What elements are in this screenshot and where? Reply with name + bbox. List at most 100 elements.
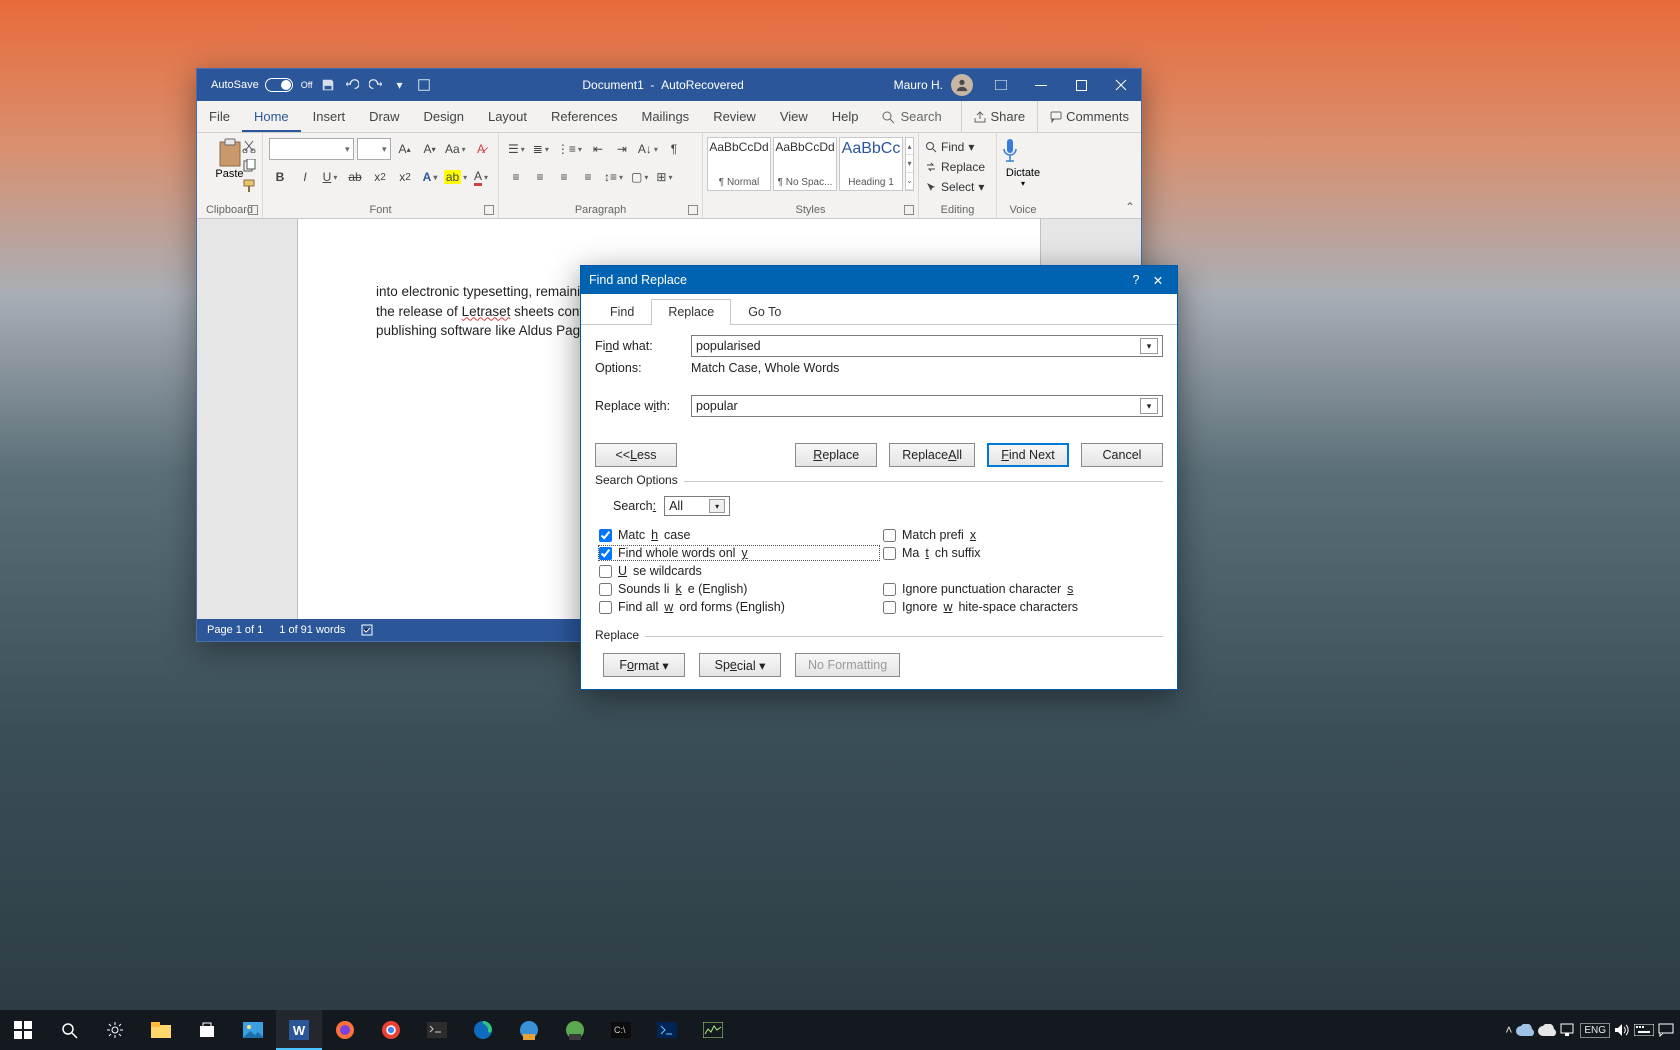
justify-icon[interactable]: ≡ — [577, 166, 599, 188]
styles-gallery[interactable]: AaBbCcDd¶ Normal AaBbCcDd¶ No Spac... Aa… — [707, 137, 914, 191]
settings-icon[interactable] — [92, 1010, 138, 1050]
line-spacing-icon[interactable]: ↕≡ — [601, 166, 626, 188]
save-icon[interactable] — [319, 76, 337, 94]
ribbon-display-icon[interactable] — [981, 69, 1021, 101]
firefox-icon[interactable] — [322, 1010, 368, 1050]
autosave-toggle[interactable]: AutoSave Off — [211, 78, 313, 92]
cmd-icon[interactable]: C:\ — [598, 1010, 644, 1050]
search-box[interactable]: Search — [871, 101, 952, 132]
bullets-icon[interactable]: ☰ — [505, 138, 528, 160]
share-button[interactable]: Share — [961, 101, 1037, 132]
check-wildcards[interactable]: Use wildcards — [599, 564, 879, 578]
strike-button[interactable]: ab — [344, 166, 366, 188]
sort-icon[interactable]: A↓ — [635, 138, 661, 160]
network-icon[interactable] — [1560, 1023, 1576, 1037]
taskmgr-icon[interactable] — [690, 1010, 736, 1050]
maximize-icon[interactable] — [1061, 69, 1101, 101]
dialog-titlebar[interactable]: Find and Replace ? ✕ — [581, 266, 1177, 294]
tab-layout[interactable]: Layout — [476, 101, 539, 132]
underline-button[interactable]: U — [319, 166, 341, 188]
align-left-icon[interactable]: ≡ — [505, 166, 527, 188]
find-what-input[interactable]: popularised▾ — [691, 335, 1163, 357]
superscript-button[interactable]: x2 — [394, 166, 416, 188]
tab-find[interactable]: Find — [593, 299, 651, 325]
font-size-combo[interactable] — [357, 138, 391, 160]
check-suffix[interactable]: Match suffix — [883, 546, 1163, 560]
styles-dialog-launcher[interactable] — [904, 205, 914, 215]
search-scope-combo[interactable]: All▾ — [664, 496, 730, 516]
word-icon[interactable]: W — [276, 1010, 322, 1050]
less-button[interactable]: << Less — [595, 443, 677, 467]
user-name[interactable]: Mauro H. — [894, 78, 943, 92]
italic-button[interactable]: I — [294, 166, 316, 188]
weather-icon[interactable] — [1538, 1024, 1556, 1036]
tab-replace[interactable]: Replace — [651, 299, 731, 325]
undo-icon[interactable] — [343, 76, 361, 94]
clipboard-dialog-launcher[interactable] — [248, 205, 258, 215]
dictate-button[interactable]: Dictate▾ — [999, 137, 1047, 188]
outdent-icon[interactable]: ⇤ — [587, 138, 609, 160]
tab-goto[interactable]: Go To — [731, 299, 798, 325]
check-match-case[interactable]: Match case — [599, 528, 879, 542]
format-painter-icon[interactable] — [242, 179, 258, 195]
cancel-button[interactable]: Cancel — [1081, 443, 1163, 467]
style-normal[interactable]: AaBbCcDd¶ Normal — [707, 137, 771, 191]
tab-design[interactable]: Design — [412, 101, 476, 132]
replace-with-input[interactable]: popular▾ — [691, 395, 1163, 417]
no-formatting-button[interactable]: No Formatting — [795, 653, 900, 677]
style-heading1[interactable]: AaBbCcHeading 1 — [839, 137, 903, 191]
tab-draw[interactable]: Draw — [357, 101, 411, 132]
multilevel-icon[interactable]: ⋮≡ — [554, 138, 585, 160]
numbering-icon[interactable]: ≣ — [530, 138, 552, 160]
close-icon[interactable] — [1101, 69, 1141, 101]
tab-references[interactable]: References — [539, 101, 629, 132]
qat-more-icon[interactable]: ▾ — [391, 76, 409, 94]
edge-beta-icon[interactable] — [506, 1010, 552, 1050]
collapse-ribbon-icon[interactable]: ⌃ — [1125, 200, 1135, 214]
close-icon[interactable]: ✕ — [1147, 273, 1169, 288]
check-word-forms[interactable]: Find all word forms (English) — [599, 600, 879, 614]
highlight-icon[interactable]: ab — [444, 166, 467, 188]
check-ignore-ws[interactable]: Ignore white-space characters — [883, 600, 1163, 614]
redo-icon[interactable] — [367, 76, 385, 94]
style-no-spacing[interactable]: AaBbCcDd¶ No Spac... — [773, 137, 837, 191]
touch-mode-icon[interactable] — [415, 76, 433, 94]
cut-icon[interactable] — [242, 139, 258, 155]
keyboard-icon[interactable] — [1634, 1024, 1654, 1036]
proofing-icon[interactable] — [361, 623, 375, 637]
photos-icon[interactable] — [230, 1010, 276, 1050]
word-count[interactable]: 1 of 91 words — [279, 624, 345, 636]
grow-font-icon[interactable]: A▴ — [394, 138, 416, 160]
tab-help[interactable]: Help — [820, 101, 871, 132]
tab-home[interactable]: Home — [242, 101, 301, 132]
terminal-icon[interactable] — [414, 1010, 460, 1050]
text-effects-icon[interactable]: A — [419, 166, 441, 188]
show-marks-icon[interactable]: ¶ — [663, 138, 685, 160]
indent-icon[interactable]: ⇥ — [611, 138, 633, 160]
edge-icon[interactable] — [460, 1010, 506, 1050]
find-button[interactable]: Find ▾ — [925, 137, 990, 157]
check-whole-words[interactable]: Find whole words only — [599, 546, 879, 560]
tab-file[interactable]: File — [197, 101, 242, 132]
volume-icon[interactable] — [1614, 1023, 1630, 1037]
action-center-icon[interactable] — [1658, 1023, 1674, 1037]
find-next-button[interactable]: Find Next — [987, 443, 1069, 467]
comments-button[interactable]: Comments — [1037, 101, 1141, 132]
chevron-down-icon[interactable]: ▾ — [1140, 338, 1158, 354]
search-icon[interactable] — [46, 1010, 92, 1050]
powershell-icon[interactable] — [644, 1010, 690, 1050]
shading-icon[interactable]: ▢ — [628, 166, 651, 188]
avatar[interactable] — [951, 74, 973, 96]
replace-all-button[interactable]: Replace All — [889, 443, 975, 467]
borders-icon[interactable]: ⊞ — [653, 166, 675, 188]
select-button[interactable]: Select ▾ — [925, 177, 990, 197]
minimize-icon[interactable] — [1021, 69, 1061, 101]
edge-dev-icon[interactable] — [552, 1010, 598, 1050]
change-case-icon[interactable]: Aa — [444, 138, 467, 160]
tab-insert[interactable]: Insert — [301, 101, 358, 132]
paragraph-dialog-launcher[interactable] — [688, 205, 698, 215]
format-button[interactable]: Format ▾ — [603, 653, 685, 677]
replace-button[interactable]: Replace — [925, 157, 990, 177]
explorer-icon[interactable] — [138, 1010, 184, 1050]
subscript-button[interactable]: x2 — [369, 166, 391, 188]
